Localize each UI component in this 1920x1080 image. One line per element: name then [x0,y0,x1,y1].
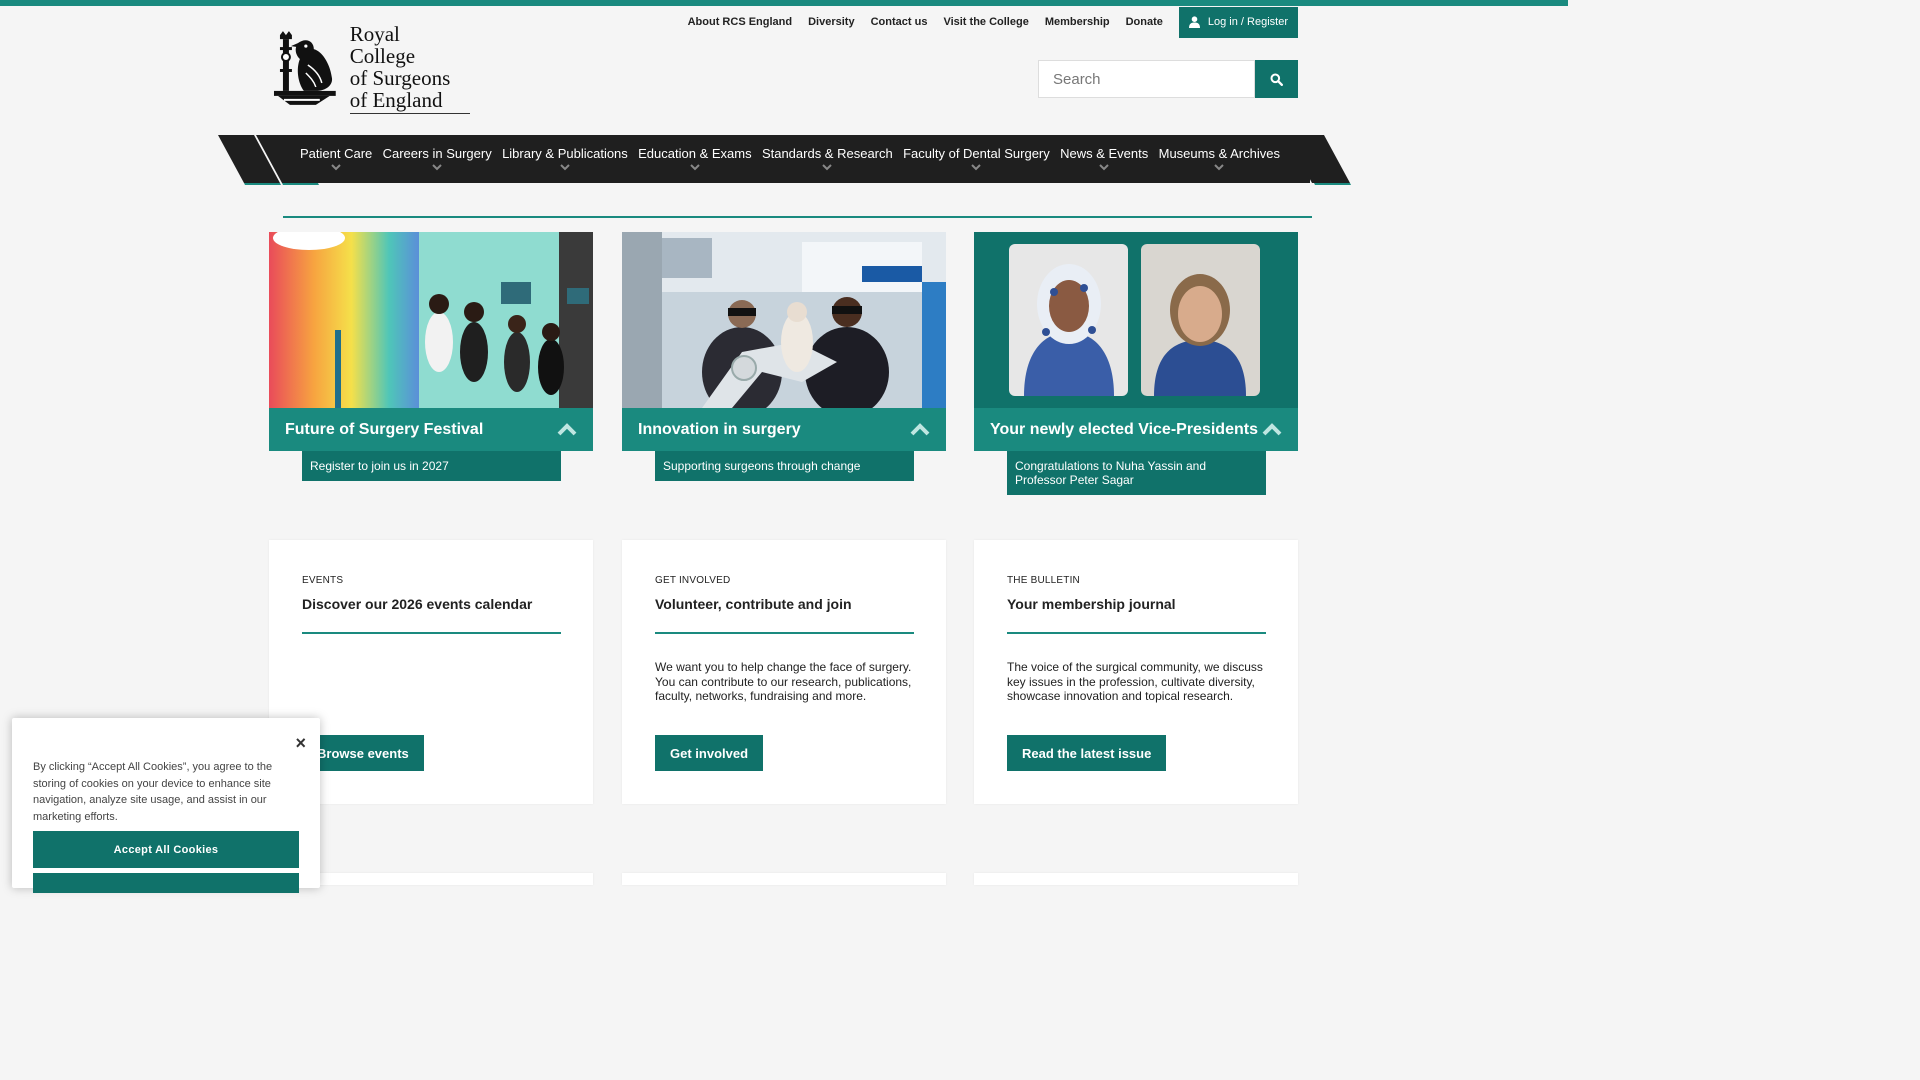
chevron-up-icon [1262,423,1282,436]
section-divider [283,216,1312,218]
cookie-message: By clicking “Accept All Cookies”, you ag… [33,761,273,823]
rcs-logo[interactable]: Royal College of Surgeons of England [270,23,470,114]
chevron-down-icon [1214,164,1225,171]
chevron-down-icon [560,164,570,171]
card-title: Volunteer, contribute and join [655,596,852,612]
festival-photo [269,232,593,408]
card-rule [655,632,914,634]
feature-card-vice-presidents[interactable]: Your newly elected Vice-Presidents Congr… [974,232,1298,495]
feature-title-bar[interactable]: Innovation in surgery [622,408,946,451]
card-rule [302,632,561,634]
nav-item-careers[interactable]: Careers in Surgery [383,146,492,171]
search-icon [1270,73,1283,86]
search-input[interactable] [1038,60,1255,98]
chevron-down-icon [432,164,442,171]
feature-subtitle[interactable]: Register to join us in 2027 [302,451,561,481]
chevron-down-icon [822,164,833,171]
utility-link-about[interactable]: About RCS England [688,16,793,28]
utility-link-membership[interactable]: Membership [1045,16,1110,28]
nav-label: Patient Care [300,146,373,161]
user-icon [1188,16,1200,28]
card-kicker: GET INVOLVED [655,575,731,586]
card-title: Your membership journal [1007,596,1176,612]
chevron-down-icon [971,164,982,171]
card-rule [1007,632,1266,634]
info-card-bulletin: THE BULLETIN Your membership journal The… [974,540,1298,804]
nav-item-museums[interactable]: Museums & Archives [1159,146,1280,171]
info-card-get-involved: GET INVOLVED Volunteer, contribute and j… [622,540,946,804]
crest-icon [273,31,336,105]
feature-subtitle[interactable]: Congratulations to Nuha Yassin and Profe… [1007,451,1266,495]
cookie-consent-banner: × By clicking “Accept All Cookies”, you … [12,718,320,893]
vice-presidents-photos [974,232,1298,408]
main-nav-bar: Patient Care Careers in Surgery Library … [218,135,1352,185]
feature-title: Future of Surgery Festival [285,420,484,438]
nav-label: News & Events [1060,146,1149,161]
chevron-down-icon [331,164,341,171]
cookie-settings-button[interactable] [33,873,299,893]
feature-card-festival[interactable]: Future of Surgery Festival Register to j… [269,232,593,481]
nav-label: Faculty of Dental Surgery [903,146,1050,161]
nav-label: Museums & Archives [1158,146,1280,161]
read-latest-issue-button[interactable]: Read the latest issue [1007,735,1167,771]
utility-link-visit[interactable]: Visit the College [943,16,1028,28]
nav-label: Careers in Surgery [382,146,492,161]
nav-item-library[interactable]: Library & Publications [502,146,628,171]
next-card-stub [974,873,1298,885]
nav-item-education[interactable]: Education & Exams [638,146,752,171]
nav-item-patient-care[interactable]: Patient Care [300,146,372,171]
logo-line-3: of England [349,87,443,112]
chevron-up-icon [557,423,577,436]
main-nav: Patient Care Careers in Surgery Library … [300,135,1280,183]
feature-title: Your newly elected Vice-Presidents [990,420,1258,438]
close-icon[interactable]: × [295,734,306,752]
utility-nav: About RCS England Diversity Contact us V… [688,6,1298,38]
logo-line-2: of Surgeons [349,65,451,90]
utility-link-donate[interactable]: Donate [1126,16,1163,28]
nav-item-news[interactable]: News & Events [1060,146,1148,171]
innovation-photo [622,232,946,408]
utility-link-diversity[interactable]: Diversity [808,16,854,28]
nav-item-dental[interactable]: Faculty of Dental Surgery [903,146,1050,171]
chevron-down-icon [690,164,700,171]
card-description: The voice of the surgical community, we … [1007,660,1263,704]
feature-title: Innovation in surgery [638,420,801,438]
browse-events-button[interactable]: Browse events [302,735,424,771]
nav-label: Education & Exams [638,146,752,161]
card-kicker: THE BULLETIN [1007,575,1080,586]
get-involved-button[interactable]: Get involved [655,735,764,771]
next-card-stub [622,873,946,885]
feature-subtitle[interactable]: Supporting surgeons through change [655,451,914,481]
logo-wordmark: Royal College of Surgeons of England [349,21,470,114]
nav-item-standards[interactable]: Standards & Research [762,146,893,171]
feature-card-innovation[interactable]: Innovation in surgery Supporting surgeon… [622,232,946,481]
chevron-down-icon [1099,164,1109,171]
feature-title-bar[interactable]: Future of Surgery Festival [269,408,593,451]
login-register-button[interactable]: Log in / Register [1178,6,1298,38]
utility-link-contact[interactable]: Contact us [871,16,928,28]
nav-label: Library & Publications [502,146,628,161]
card-description: We want you to help change the face of s… [655,660,912,704]
chevron-up-icon [910,423,930,436]
logo-line-1: Royal College [349,21,416,68]
card-kicker: EVENTS [302,575,344,586]
search-button[interactable] [1255,60,1298,98]
card-title: Discover our 2026 events calendar [302,596,533,612]
card-description [302,660,560,718]
nav-label: Standards & Research [761,146,893,161]
feature-title-bar[interactable]: Your newly elected Vice-Presidents [974,408,1298,451]
login-label: Log in / Register [1207,16,1288,28]
accept-all-cookies-button[interactable]: Accept All Cookies [33,831,299,868]
search-bar [1038,60,1298,98]
